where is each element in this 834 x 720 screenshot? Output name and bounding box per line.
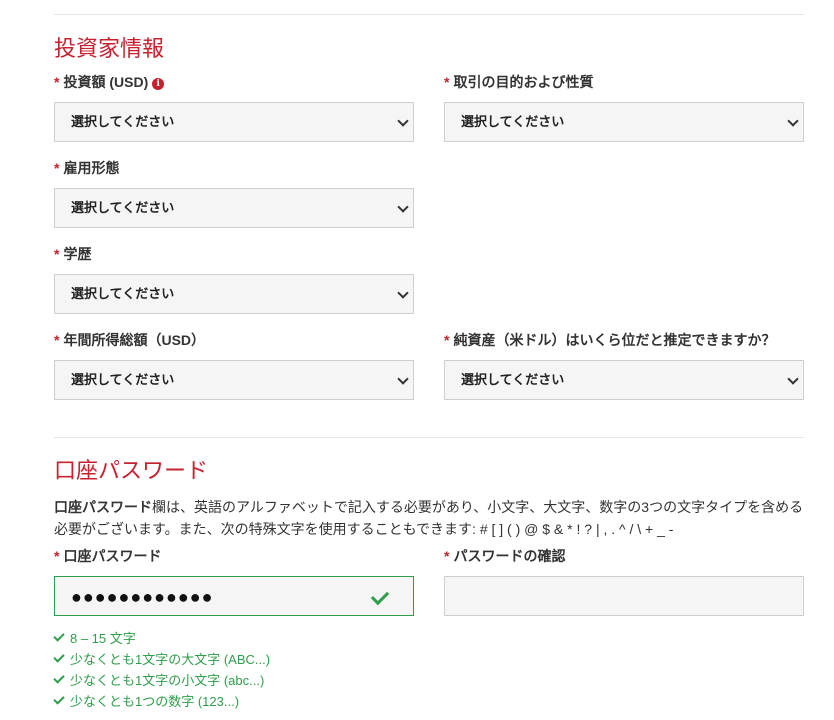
required-mark: * [54,246,60,262]
annual-income-label: * 年間所得総額（USD） [54,330,205,350]
net-worth-select[interactable]: 選択してください [444,360,804,400]
chevron-down-icon [787,373,799,385]
password-rule-lowercase: 少なくとも1文字の小文字 (abc...) [53,671,265,691]
required-mark: * [444,332,450,348]
net-worth-label: * 純資産（米ドル）はいくら位だと推定できますか？ [444,330,775,350]
education-value: 選択してください [71,286,175,301]
password-rule-number-text: 少なくとも1つの数字 (123...) [70,694,240,709]
password-value: ●●●●●●●●●●●● [71,587,214,607]
employment-label-text: 雇用形態 [63,160,120,176]
employment-label: * 雇用形態 [54,158,119,178]
divider-middle [54,437,804,438]
education-label-text: 学歴 [63,246,92,262]
password-rule-uppercase-text: 少なくとも1文字の大文字 (ABC...) [70,652,271,667]
investment-amount-value: 選択してください [71,114,175,129]
trade-purpose-select[interactable]: 選択してください [444,102,804,142]
password-description: 口座パスワード欄は、英語のアルファベットで記入する必要があり、小文字、大文字、数… [54,496,814,540]
divider-top [54,14,804,15]
password-rule-number: 少なくとも1つの数字 (123...) [53,692,240,712]
education-label: * 学歴 [54,244,91,264]
chevron-down-icon [787,115,799,127]
password-rule-length-text: 8 – 15 文字 [70,631,136,646]
required-mark: * [54,160,60,176]
required-mark: * [444,548,450,564]
password-label: * 口座パスワード [54,546,161,566]
required-mark: * [54,74,60,90]
password-description-bold: 口座パスワード [54,499,152,515]
confirm-password-label-text: パスワードの確認 [453,548,566,564]
password-rule-uppercase: 少なくとも1文字の大文字 (ABC...) [53,650,271,670]
investment-amount-select[interactable]: 選択してください [54,102,414,142]
password-section-title: 口座パスワード [54,458,209,483]
net-worth-label-text: 純資産（米ドル）はいくら位だと推定できますか？ [453,332,776,348]
registration-form: 投資家情報 * 投資額 (USD) i 選択してください * 取引の目的および性質 選… [0,0,834,720]
education-select[interactable]: 選択してください [54,274,414,314]
trade-purpose-value: 選択してください [461,114,565,129]
check-icon [53,672,65,684]
check-icon [53,651,65,663]
required-mark: * [54,548,60,564]
check-icon [53,693,65,705]
employment-value: 選択してください [71,200,175,215]
confirm-password-input[interactable] [444,576,804,616]
password-rule-length: 8 – 15 文字 [53,629,136,649]
confirm-password-label: * パスワードの確認 [444,546,565,566]
chevron-down-icon [397,115,409,127]
net-worth-value: 選択してください [461,372,565,387]
check-icon [370,586,390,606]
trade-purpose-label-text: 取引の目的および性質 [453,74,594,90]
investment-amount-label-text: 投資額 (USD) [63,74,149,90]
investment-amount-label: * 投資額 (USD) i [54,72,165,92]
password-description-text: 欄は、英語のアルファベットで記入する必要があり、小文字、大文字、数字の3つの文字… [54,499,804,537]
password-input[interactable]: ●●●●●●●●●●●● [54,576,414,616]
chevron-down-icon [397,201,409,213]
annual-income-label-text: 年間所得総額（USD） [63,332,206,348]
info-icon[interactable]: i [152,78,165,90]
check-icon [53,630,65,642]
password-rule-lowercase-text: 少なくとも1文字の小文字 (abc...) [70,673,265,688]
investor-section-title: 投資家情報 [54,36,165,61]
chevron-down-icon [397,373,409,385]
required-mark: * [54,332,60,348]
password-label-text: 口座パスワード [63,548,162,564]
annual-income-select[interactable]: 選択してください [54,360,414,400]
trade-purpose-label: * 取引の目的および性質 [444,72,593,92]
employment-select[interactable]: 選択してください [54,188,414,228]
chevron-down-icon [397,287,409,299]
annual-income-value: 選択してください [71,372,175,387]
required-mark: * [444,74,450,90]
